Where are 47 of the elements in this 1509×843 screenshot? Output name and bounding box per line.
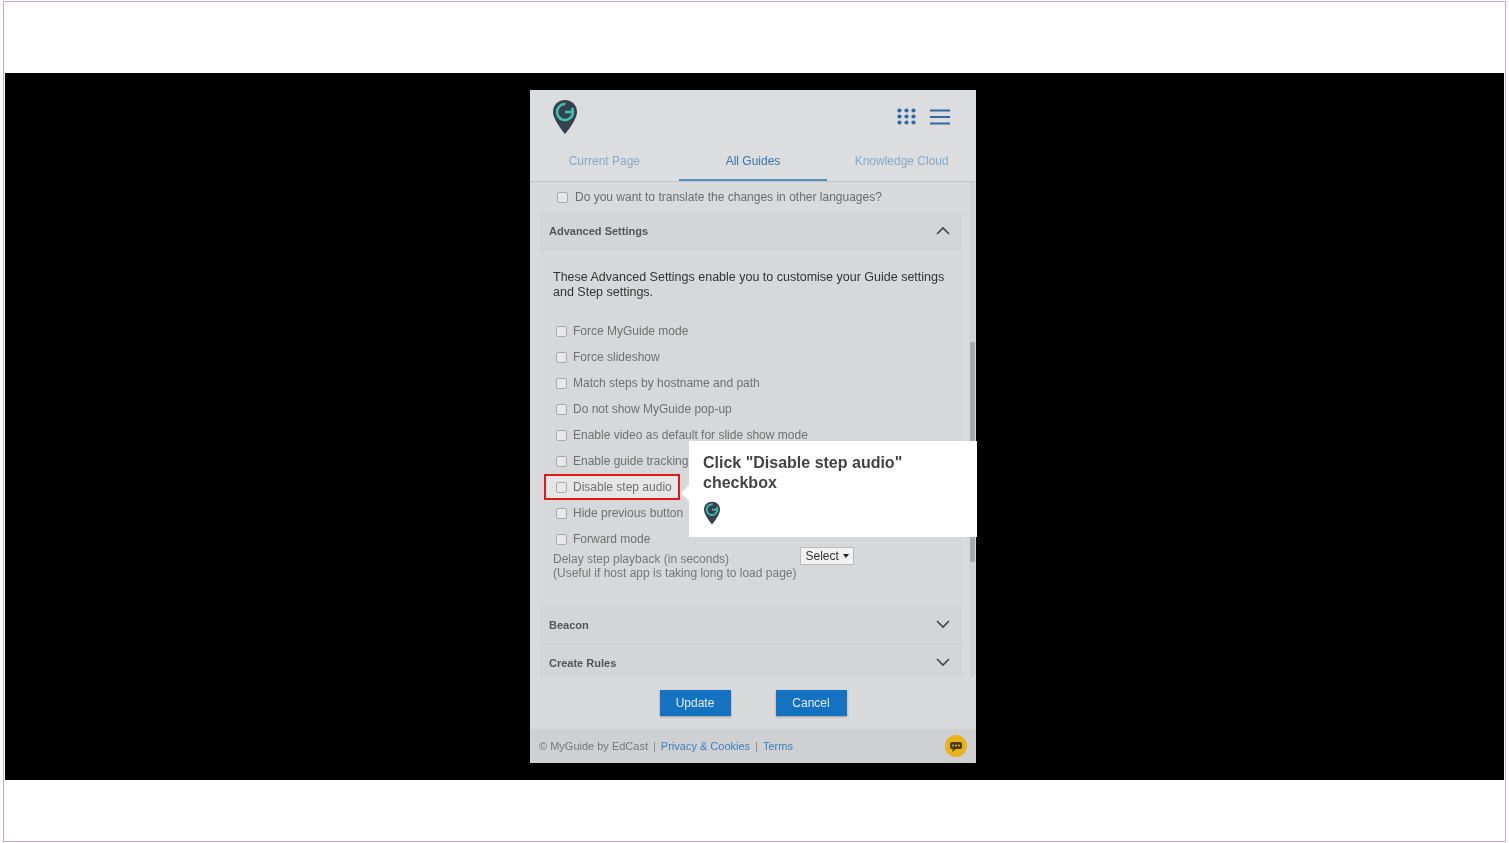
footer-link[interactable]: Terms <box>762 740 793 752</box>
checkbox[interactable] <box>556 455 567 467</box>
checkbox[interactable] <box>556 429 567 441</box>
checkbox[interactable] <box>556 351 567 363</box>
section-title: Create Rules <box>549 656 617 669</box>
action-button[interactable]: Cancel <box>775 690 847 716</box>
checkbox[interactable] <box>556 325 567 337</box>
section-header[interactable]: Beacon <box>540 606 962 644</box>
footer-link[interactable]: Privacy & Cookies <box>660 740 751 752</box>
copyright-text: © MyGuide by EdCast <box>539 740 648 752</box>
option-label: Match steps by hostname and path <box>573 376 760 390</box>
select-dropdown[interactable]: Select <box>800 547 854 565</box>
option-label: Hide previous button <box>573 506 684 520</box>
dropdown-caret-icon <box>842 554 849 558</box>
checkbox[interactable] <box>557 191 568 203</box>
option-label: Do not show MyGuide pop-up <box>573 402 732 416</box>
delay-label: Delay step playback (in seconds) (Useful if host app is taking long to load page) <box>553 552 797 580</box>
separator: | <box>653 740 656 752</box>
option-label: Enable video as default for slide show mode <box>573 428 808 442</box>
chevron-up-icon[interactable] <box>936 226 950 235</box>
checkbox[interactable] <box>556 377 567 389</box>
option-label: Disable step audio <box>573 480 672 494</box>
option-label: Forward mode <box>573 532 651 546</box>
apps-grid-icon[interactable] <box>897 108 916 125</box>
section-title: Beacon <box>549 618 589 631</box>
option-label: Do you want to translate the changes in other languages? <box>575 190 882 204</box>
tab[interactable]: All Guides <box>678 143 828 181</box>
description-text: These Advanced Settings enable you to customise your Guide settings and Step settings. <box>552 270 946 300</box>
chat-bubble-icon[interactable] <box>945 735 967 757</box>
section-header[interactable]: Advanced Settings <box>540 212 962 250</box>
option-label: Force slideshow <box>573 350 660 364</box>
checkbox[interactable] <box>556 403 567 415</box>
checkbox[interactable] <box>556 481 567 493</box>
option-label: Enable guide tracking <box>573 454 689 468</box>
section-title: Advanced Settings <box>549 224 649 237</box>
option-label: Force MyGuide mode <box>573 324 689 338</box>
checkbox[interactable] <box>556 507 567 519</box>
action-button[interactable]: Update <box>659 690 731 716</box>
section-header[interactable]: Create Rules <box>540 644 962 677</box>
chevron-down-icon[interactable] <box>936 658 950 667</box>
logo-pin-icon <box>552 98 578 135</box>
checkbox[interactable] <box>556 533 567 545</box>
separator: | <box>755 740 758 752</box>
logo-pin-icon <box>703 501 721 525</box>
menu-icon[interactable] <box>930 108 950 125</box>
tooltip-text: Click "Disable step audio" checkbox <box>703 453 904 493</box>
chevron-down-icon[interactable] <box>936 620 950 629</box>
